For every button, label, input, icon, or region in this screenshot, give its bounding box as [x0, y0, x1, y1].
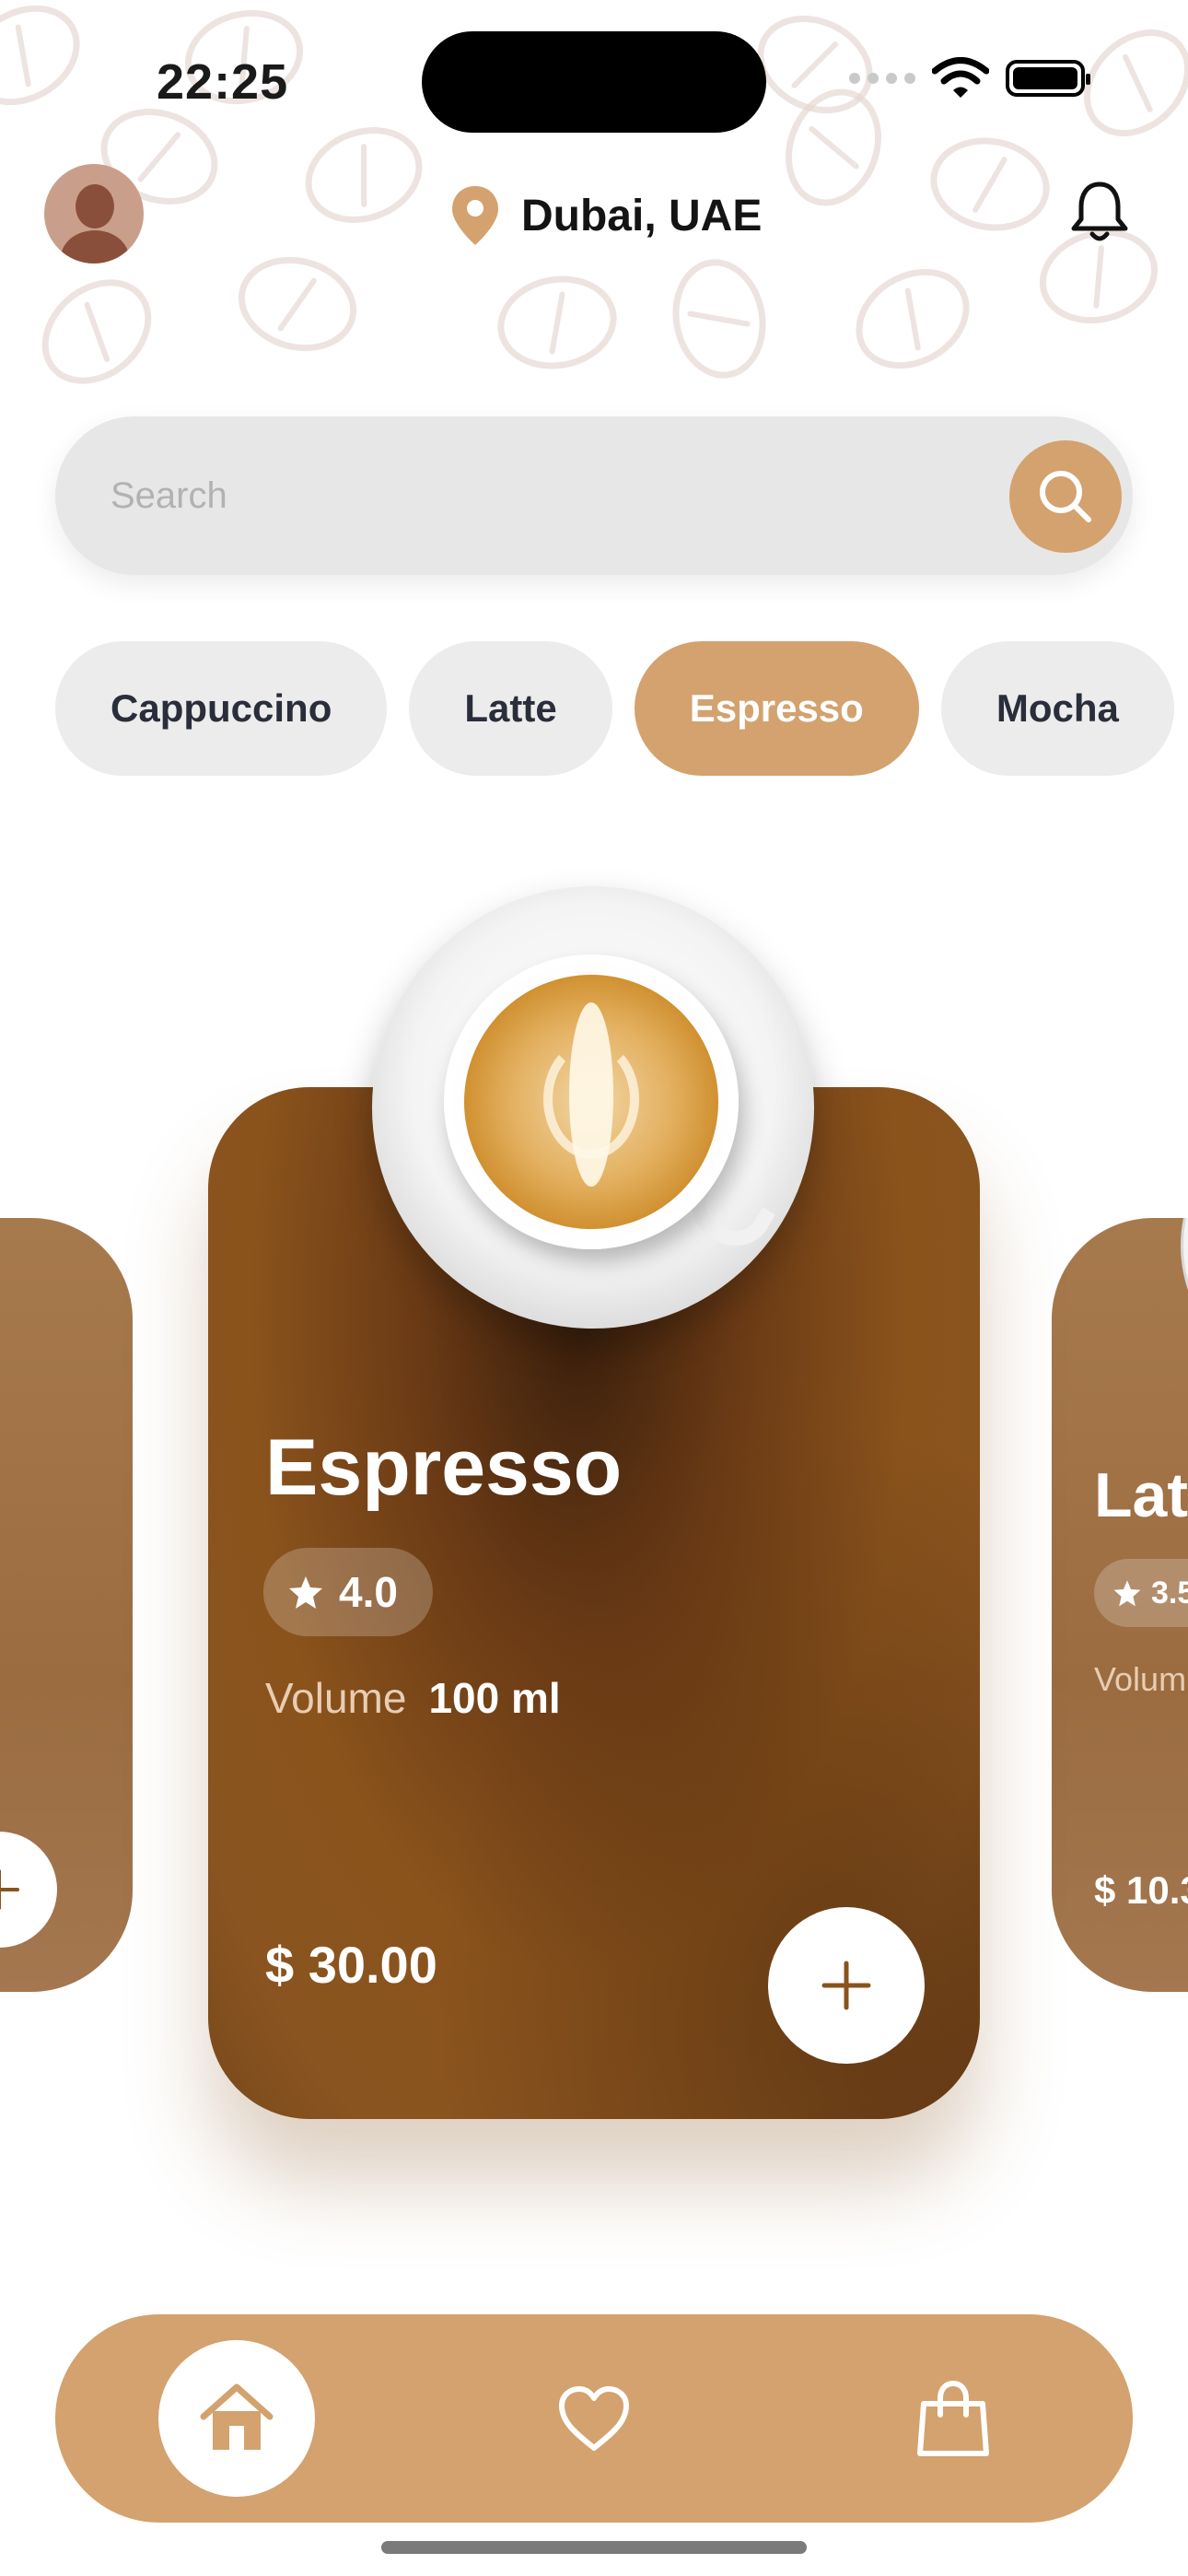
rating-value: 3.5 [1151, 1575, 1188, 1610]
nav-cart[interactable] [875, 2340, 1031, 2497]
product-price: $ 30.00 [265, 1936, 437, 1994]
rating-badge: 4.0 [263, 1548, 433, 1636]
battery-icon [1006, 60, 1090, 97]
tab-latte[interactable]: Latte [409, 641, 612, 776]
home-icon [200, 2383, 274, 2450]
volume-value: 100 ml [428, 1674, 561, 1722]
status-time: 22:25 [157, 54, 289, 110]
star-icon [289, 1576, 322, 1609]
dynamic-island [422, 31, 766, 133]
add-to-cart-button[interactable] [768, 1907, 925, 2064]
add-to-cart-button[interactable] [0, 1832, 57, 1948]
search-button[interactable] [1009, 440, 1122, 553]
home-indicator[interactable] [381, 2541, 807, 2554]
rating-badge: 3.5 [1094, 1559, 1188, 1627]
nav-home[interactable] [158, 2340, 315, 2497]
location-selector[interactable]: Dubai, UAE [449, 184, 762, 247]
rating-value: 4.0 [339, 1568, 398, 1616]
product-name: Latt [1094, 1460, 1188, 1530]
product-name: Espresso [265, 1423, 623, 1512]
location-pin-icon [452, 186, 498, 245]
bell-icon[interactable] [1065, 177, 1135, 247]
product-card-next[interactable]: Latt 3.5 Volum $ 10.3 [1052, 1218, 1188, 1992]
volume-info: Volume 100 ml [265, 1673, 561, 1723]
plus-icon [0, 1869, 19, 1910]
tab-cappuccino[interactable]: Cappuccino [55, 641, 388, 776]
nav-favorites[interactable] [516, 2340, 672, 2497]
bottom-navigation [55, 2314, 1133, 2523]
shopping-bag-icon [917, 2380, 989, 2456]
volume-label: Volum [1094, 1660, 1187, 1698]
cellular-signal-icon [849, 73, 915, 84]
search-icon [1040, 471, 1091, 522]
tab-mocha[interactable]: Mocha [940, 641, 1174, 776]
location-label: Dubai, UAE [521, 191, 763, 240]
avatar[interactable] [44, 164, 144, 263]
search-bar [55, 416, 1133, 575]
tab-espresso[interactable]: Espresso [634, 641, 919, 776]
category-tabs: Cappuccino Latte Espresso Mocha [55, 641, 1174, 776]
app-screen: 22:25 Dubai, UAE Search Cappuccino Latte… [0, 0, 1188, 2576]
star-icon [1113, 1580, 1141, 1607]
plus-icon [821, 1961, 871, 2010]
espresso-cup-image [372, 886, 814, 1329]
cup-image [1181, 1218, 1188, 1384]
product-card-previous[interactable] [0, 1218, 133, 1992]
product-price: $ 10.3 [1094, 1868, 1188, 1912]
heart-icon [559, 2386, 629, 2451]
search-input[interactable] [111, 416, 939, 575]
volume-label: Volume [265, 1674, 407, 1722]
status-icons [849, 57, 1090, 100]
wifi-icon [932, 57, 989, 98]
